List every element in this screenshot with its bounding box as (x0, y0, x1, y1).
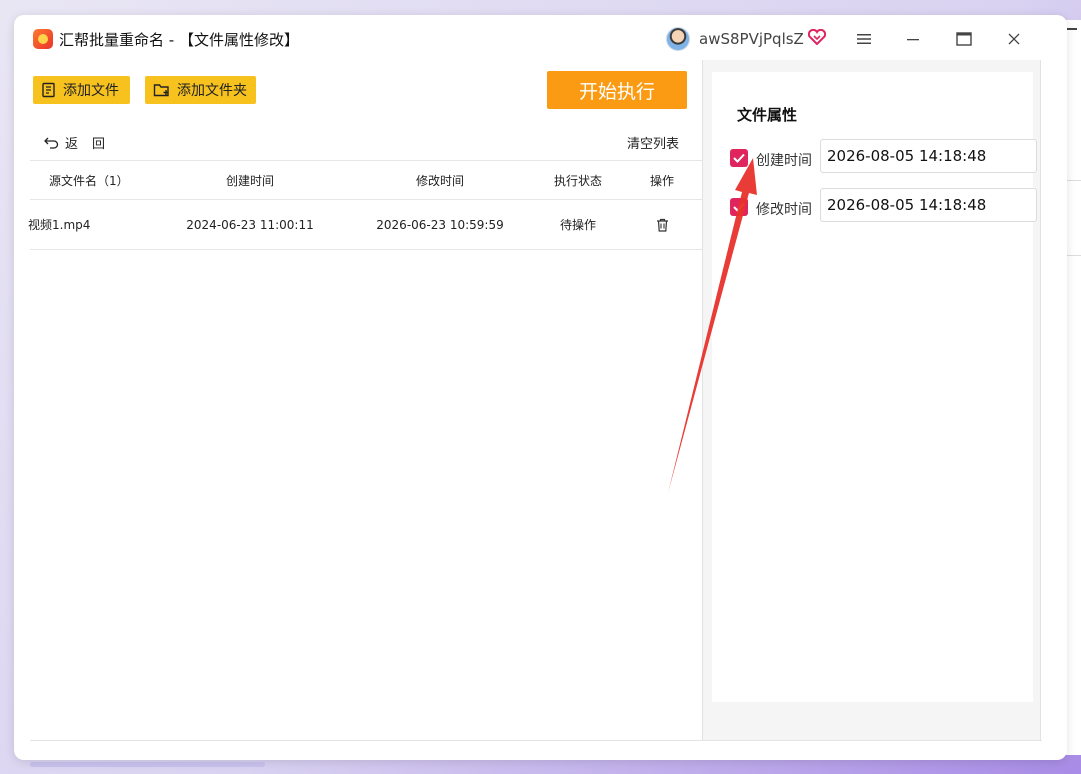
app-logo-icon (33, 29, 53, 49)
created-time-input[interactable] (820, 139, 1037, 173)
file-modified-time: 2026-06-23 10:59:59 (376, 217, 504, 232)
column-header-created: 创建时间 (225, 173, 274, 188)
check-icon (733, 153, 745, 163)
add-folder-label: 添加文件夹 (177, 83, 247, 99)
maximize-button[interactable] (949, 25, 979, 53)
file-name: 视频1.mp4 (28, 218, 91, 232)
maximize-icon (956, 32, 972, 46)
modified-time-checkbox[interactable] (730, 198, 748, 216)
column-header-name: 源文件名（1） (49, 173, 129, 188)
minimize-button[interactable] (898, 25, 928, 53)
window-title: 汇帮批量重命名 - 【文件属性修改】 (59, 31, 299, 49)
created-time-checkbox[interactable] (730, 149, 748, 167)
table-row[interactable]: 视频1.mp4 2024-06-23 11:00:11 2026-06-23 1… (28, 200, 702, 250)
column-header-status: 执行状态 (553, 173, 602, 188)
add-file-button[interactable]: 添加文件 (33, 76, 130, 104)
avatar[interactable] (666, 27, 690, 51)
attributes-title: 文件属性 (737, 106, 798, 124)
vip-heart-icon[interactable] (808, 29, 826, 45)
close-button[interactable] (999, 25, 1029, 53)
back-button[interactable]: 返回 (44, 133, 119, 152)
delete-button[interactable] (648, 200, 676, 249)
column-header-modified: 修改时间 (415, 173, 464, 188)
trash-icon (656, 218, 668, 232)
file-status: 待操作 (559, 218, 596, 232)
table-header: 源文件名（1） 创建时间 修改时间 执行状态 操作 (30, 160, 702, 200)
titlebar: 汇帮批量重命名 - 【文件属性修改】 awS8PVjPqlsZ (14, 15, 1067, 60)
add-folder-icon (153, 84, 169, 97)
minimize-icon (907, 39, 919, 41)
modified-time-row: 修改时间 (730, 188, 1040, 222)
divider (30, 740, 1042, 741)
column-header-action: 操作 (649, 173, 674, 188)
file-created-time: 2024-06-23 11:00:11 (186, 217, 314, 232)
created-time-label: 创建时间 (756, 153, 812, 169)
add-file-label: 添加文件 (63, 83, 119, 99)
attributes-pane: 文件属性 创建时间 修改时间 (702, 60, 1041, 740)
start-button[interactable]: 开始执行 (547, 71, 687, 109)
file-list-pane: 添加文件 添加文件夹 开始执行 返回 清空列表 源文件名（1） 创建时间 修改时… (28, 60, 702, 740)
back-arrow-icon (44, 137, 59, 149)
clear-list-button[interactable]: 清空列表 (627, 133, 679, 152)
add-folder-button[interactable]: 添加文件夹 (145, 76, 256, 104)
horizontal-scrollbar[interactable] (30, 762, 265, 767)
close-icon (1008, 33, 1020, 45)
attributes-card: 文件属性 创建时间 修改时间 (712, 72, 1037, 702)
app-window: 汇帮批量重命名 - 【文件属性修改】 awS8PVjPqlsZ 添加文件 添加文… (14, 15, 1067, 760)
check-icon (733, 202, 745, 212)
add-file-icon (42, 82, 55, 98)
username[interactable]: awS8PVjPqlsZ (699, 30, 804, 48)
background-window-mark (1067, 28, 1077, 30)
modified-time-label: 修改时间 (756, 202, 812, 218)
menu-button[interactable] (849, 25, 879, 53)
created-time-row: 创建时间 (730, 139, 1040, 173)
menu-icon (857, 34, 871, 44)
back-label: 返回 (65, 137, 120, 152)
modified-time-input[interactable] (820, 188, 1037, 222)
